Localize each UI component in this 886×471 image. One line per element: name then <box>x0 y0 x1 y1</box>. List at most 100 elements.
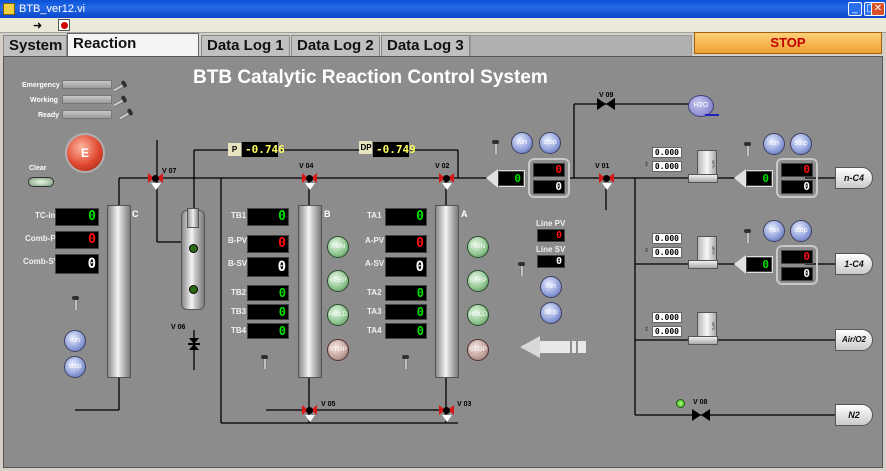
mfc1-white-value: 0 <box>781 180 813 194</box>
line-sv-input[interactable]: 0 <box>537 255 565 268</box>
mfc1-run-button[interactable]: run <box>763 133 785 155</box>
mfc1-red-value: 0 <box>781 163 813 177</box>
mfc1-toggle-switch[interactable] <box>744 142 751 156</box>
tc-in-label: TC-in <box>35 211 56 220</box>
mfc2-red-value: 0 <box>781 250 813 264</box>
column-a <box>435 205 459 378</box>
mfc2-spinner-icon[interactable]: ⇕ <box>644 247 649 254</box>
line-stop-button[interactable]: stop <box>540 302 562 324</box>
column-a-run-button[interactable]: RUN <box>467 236 489 258</box>
column-b-label: B <box>324 209 331 219</box>
valve-v09[interactable] <box>597 98 617 110</box>
emergency-e-button[interactable]: E <box>65 133 105 173</box>
valve-v07-label: V 07 <box>162 168 177 175</box>
line-run-button[interactable]: run <box>540 276 562 298</box>
valve-v03-label: V 03 <box>457 401 472 408</box>
mfc1-reading-value: 0.000 <box>652 161 682 172</box>
p-gauge-label: P <box>228 143 241 156</box>
ta3-value: 0 <box>385 304 427 320</box>
working-indicator <box>62 95 112 104</box>
p-gauge-value: -0.746 <box>241 141 285 158</box>
column-b-stop-button[interactable]: STOP <box>327 339 349 361</box>
column-b-step-button[interactable]: STEP <box>327 270 349 292</box>
valve-v04-label: V 04 <box>299 163 314 170</box>
column-b-run-button[interactable]: RUN <box>327 236 349 258</box>
column-c-toggle-switch[interactable] <box>72 296 79 310</box>
ta3-label: TA3 <box>367 307 382 316</box>
vessel-light-bottom <box>189 285 198 294</box>
comb-sv-input[interactable]: 0 <box>55 254 99 274</box>
h2o-drip-line <box>705 114 719 116</box>
valve-v02-label: V 02 <box>435 163 450 170</box>
mfc2-setpoint-input[interactable]: 0.000 <box>652 233 682 244</box>
column-a-hold-button[interactable]: HOLD <box>467 304 489 326</box>
main-line-white-value: 0 <box>533 180 565 194</box>
column-b-hold-button[interactable]: HOLD <box>327 304 349 326</box>
mfc3-spinner-icon[interactable]: ⇕ <box>644 326 649 333</box>
valve-v01-label: V 01 <box>595 163 610 170</box>
mfc3-setpoint-input[interactable]: 0.000 <box>652 312 682 323</box>
valve-v05[interactable] <box>302 404 317 422</box>
clear-label: Clear <box>29 165 47 172</box>
tb2-label: TB2 <box>231 288 247 297</box>
column-c <box>107 205 131 378</box>
column-c-stop-button[interactable]: stop <box>64 356 86 378</box>
column-b <box>298 205 322 378</box>
ta1-value: 0 <box>385 208 427 226</box>
ta4-label: TA4 <box>367 326 382 335</box>
valve-v03[interactable] <box>439 404 454 422</box>
mfc1-stop-button[interactable]: stop <box>790 133 812 155</box>
page-title: BTB Catalytic Reaction Control System <box>193 67 548 88</box>
main-line-run-button[interactable]: run <box>511 132 533 154</box>
gas-source-n2: N2 <box>835 404 873 426</box>
column-a-toggle-switch[interactable] <box>402 355 409 369</box>
main-line-stop-button[interactable]: stop <box>539 132 561 154</box>
main-line-toggle-switch[interactable] <box>492 140 499 154</box>
valve-v01[interactable] <box>599 172 614 190</box>
mfc2-green-value: 0 <box>746 257 772 272</box>
vessel-light-top <box>189 244 198 253</box>
main-line-red-value: 0 <box>533 163 565 177</box>
ta2-value: 0 <box>385 285 427 301</box>
column-b-toggle-switch[interactable] <box>261 355 268 369</box>
tb4-label: TB4 <box>231 326 247 335</box>
column-c-label: C <box>132 209 139 219</box>
mfc3-reading-value: 0.000 <box>652 326 682 337</box>
gas-source-1-c4: 1-C4 <box>835 253 873 275</box>
mfc2-run-button[interactable]: run <box>763 220 785 242</box>
tb4-value: 0 <box>247 323 289 339</box>
column-c-run-button[interactable]: run <box>64 330 86 352</box>
mfc1-spinner-icon[interactable]: ⇕ <box>644 161 649 168</box>
clear-button[interactable] <box>28 177 54 187</box>
valve-v08-label: V 08 <box>693 399 708 406</box>
b-sv-input[interactable]: 0 <box>247 257 289 277</box>
valve-v08[interactable] <box>692 409 712 421</box>
mfc2-toggle-switch[interactable] <box>744 229 751 243</box>
ta1-label: TA1 <box>367 211 382 220</box>
column-a-stop-button[interactable]: STOP <box>467 339 489 361</box>
a-pv-value: 0 <box>385 235 427 253</box>
mfc2-stop-button[interactable]: stop <box>790 220 812 242</box>
main-line-green-value: 0 <box>498 171 524 186</box>
tc-in-value: 0 <box>55 208 99 226</box>
dp-gauge-label: DP <box>359 141 373 154</box>
line-pv-label: Line PV <box>536 219 566 228</box>
tb2-value: 0 <box>247 285 289 301</box>
line-pv-value: 0 <box>537 229 565 242</box>
valve-v02[interactable] <box>439 172 454 190</box>
valve-v08-indicator-light <box>676 399 685 408</box>
flow-direction-arrow <box>520 336 586 358</box>
line-toggle-switch[interactable] <box>518 262 525 276</box>
mfc1-setpoint-input[interactable]: 0.000 <box>652 147 682 158</box>
column-a-step-button[interactable]: STEP <box>467 270 489 292</box>
labview-window: BTB_ver12.vi _ □ ✕ ➜ System Reaction Sys… <box>0 0 886 471</box>
separator-cap <box>187 208 199 228</box>
a-sv-input[interactable]: 0 <box>385 257 427 277</box>
emergency-indicator <box>62 80 112 89</box>
valve-v04[interactable] <box>302 172 317 190</box>
ready-label: Ready <box>38 112 60 119</box>
valve-v07[interactable] <box>148 172 163 190</box>
valve-v06[interactable] <box>188 338 200 350</box>
b-pv-label: B-PV <box>228 236 248 245</box>
line-sv-label: Line SV <box>536 245 566 254</box>
